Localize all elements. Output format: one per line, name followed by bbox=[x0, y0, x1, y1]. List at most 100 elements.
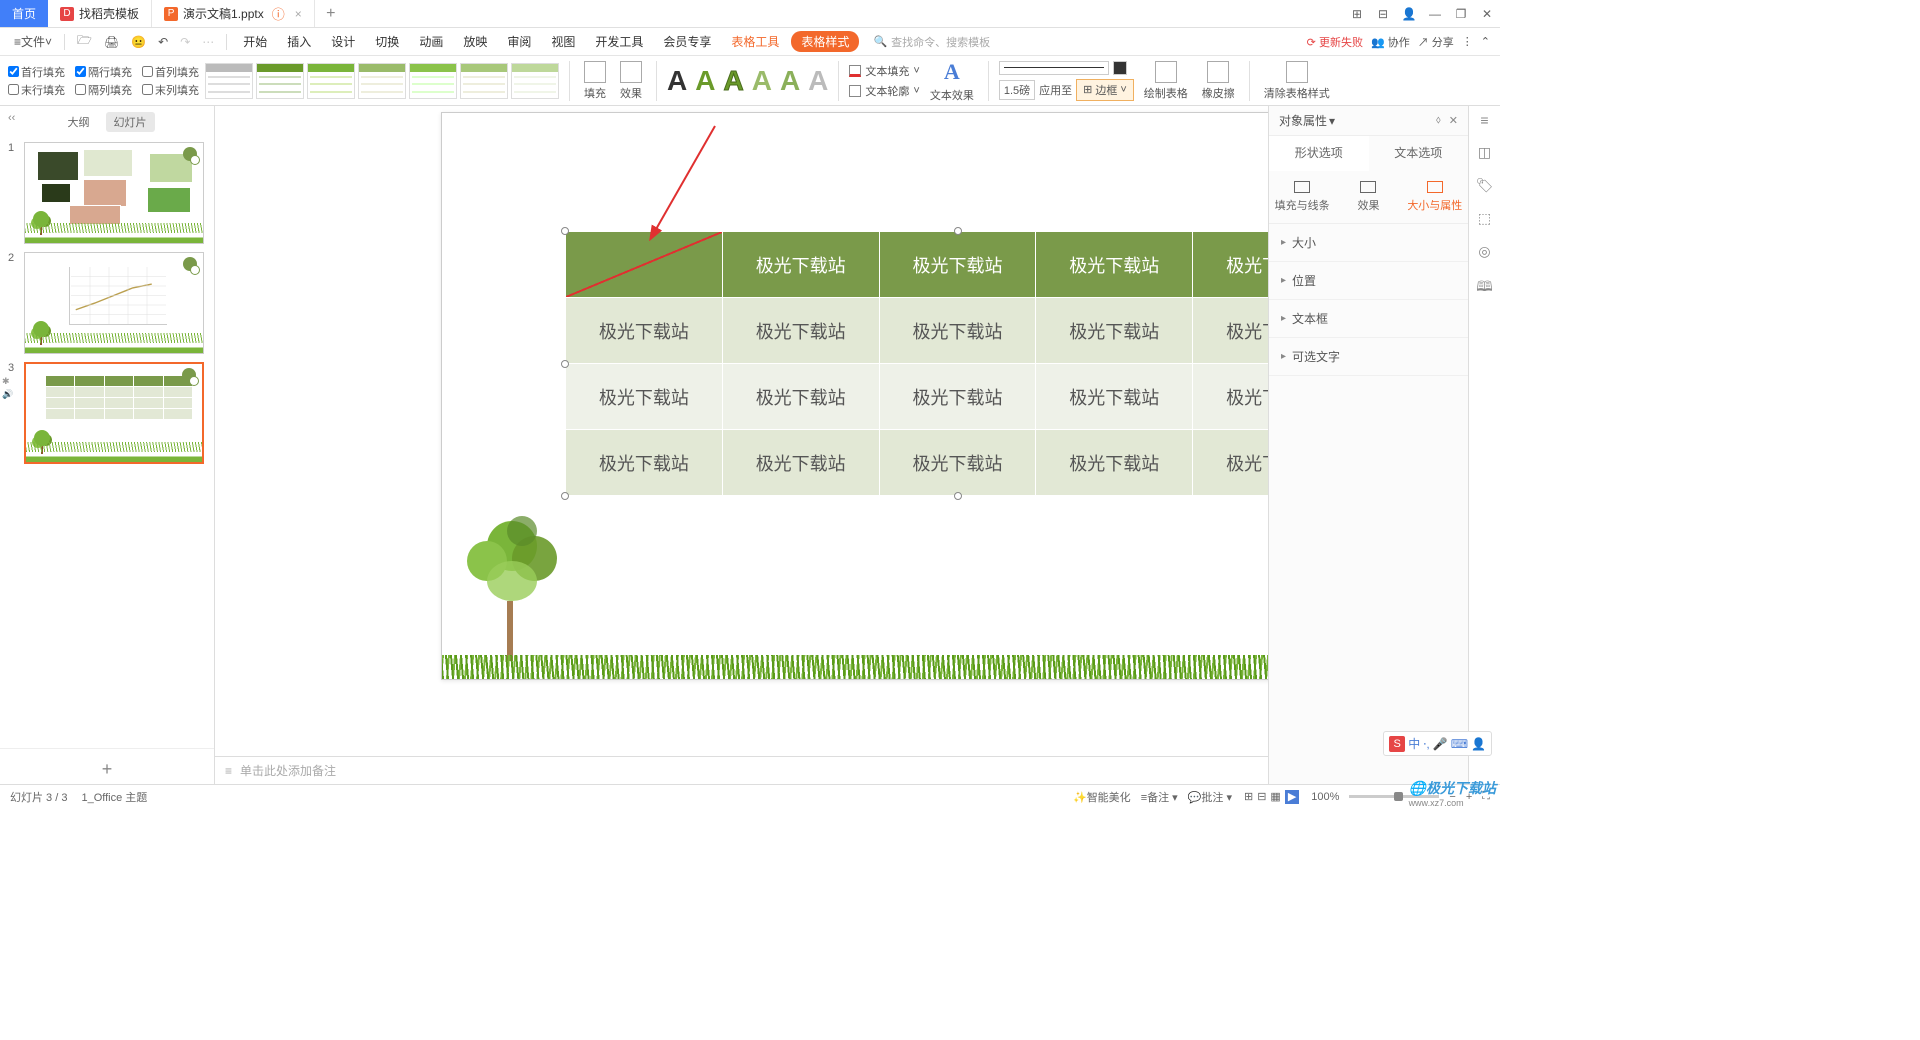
eraser-button[interactable]: 橡皮擦 bbox=[1198, 61, 1239, 101]
chevron-icon[interactable]: ⌃ bbox=[1481, 35, 1490, 48]
tool-icon[interactable]: ⬚ bbox=[1478, 210, 1491, 227]
cb-first-col[interactable]: 首列填充 bbox=[142, 64, 199, 80]
line-color-select[interactable] bbox=[1113, 61, 1127, 75]
menu-view[interactable]: 视图 bbox=[543, 29, 583, 54]
selection-handle[interactable] bbox=[954, 227, 962, 235]
avatar-icon[interactable]: 👤 bbox=[1396, 7, 1422, 21]
subtab-effect[interactable]: 效果 bbox=[1335, 171, 1401, 223]
tab-text-options[interactable]: 文本选项 bbox=[1369, 136, 1469, 171]
table-header-cell[interactable]: 极光下载站 bbox=[1193, 232, 1268, 298]
section-alttext[interactable]: 可选文字 bbox=[1269, 338, 1468, 376]
text-effect-button[interactable]: A文本效果 bbox=[926, 59, 978, 103]
menu-animation[interactable]: 动画 bbox=[411, 29, 451, 54]
pin-icon[interactable]: ⬨ bbox=[1436, 114, 1441, 127]
slide-thumb-1[interactable]: 1 bbox=[0, 138, 214, 248]
selection-handle[interactable] bbox=[561, 227, 569, 235]
notes-toggle[interactable]: ≡备注 ▾ bbox=[1141, 789, 1178, 805]
selection-handle[interactable] bbox=[954, 492, 962, 500]
fill-button[interactable]: 填充 bbox=[580, 61, 610, 101]
qat-more[interactable]: ⋯ bbox=[198, 33, 218, 51]
menu-insert[interactable]: 插入 bbox=[279, 29, 319, 54]
tab-slides[interactable]: 幻灯片 bbox=[106, 112, 155, 132]
more-icon[interactable]: ⋮ bbox=[1462, 35, 1473, 48]
tab-template[interactable]: D找稻壳模板 bbox=[48, 0, 152, 27]
slide-canvas[interactable]: 极光下载站 极光下载站 极光下载站 极光下载站 极光下载站极光下载站极光下载站极… bbox=[215, 106, 1268, 756]
text-fill-button[interactable]: 文本填充 ˅ bbox=[849, 63, 919, 79]
menu-start[interactable]: 开始 bbox=[235, 29, 275, 54]
menu-tabletool[interactable]: 表格工具 bbox=[723, 29, 787, 54]
minimize-button[interactable]: — bbox=[1422, 7, 1448, 21]
table-styles-gallery[interactable] bbox=[205, 63, 559, 99]
collab-button[interactable]: 👥 协作 bbox=[1371, 34, 1410, 50]
notes-pane[interactable]: ≡ 单击此处添加备注 bbox=[215, 756, 1268, 784]
slide-thumb-3[interactable]: 3 bbox=[0, 358, 214, 468]
tool-icon[interactable]: 🕮 bbox=[1476, 276, 1493, 300]
subtab-size-prop[interactable]: 大小与属性 bbox=[1402, 171, 1468, 223]
search-box[interactable]: 🔍 查找命令、搜索模板 bbox=[873, 34, 990, 50]
border-button[interactable]: ⊞ 边框 ˅ bbox=[1076, 79, 1134, 101]
qat-open[interactable]: 🗁 bbox=[73, 29, 96, 54]
table-header-cell-diagonal[interactable] bbox=[566, 232, 723, 298]
menu-design[interactable]: 设计 bbox=[323, 29, 363, 54]
selection-handle[interactable] bbox=[561, 492, 569, 500]
section-textbox[interactable]: 文本框 bbox=[1269, 300, 1468, 338]
section-size[interactable]: 大小 bbox=[1269, 224, 1468, 262]
tab-outline[interactable]: 大纲 bbox=[60, 112, 98, 132]
menu-dev[interactable]: 开发工具 bbox=[587, 29, 651, 54]
close-button[interactable]: ✕ bbox=[1474, 7, 1500, 21]
tab-shape-options[interactable]: 形状选项 bbox=[1269, 136, 1369, 171]
tool-icon[interactable]: 🏷 bbox=[1476, 177, 1494, 194]
watermark: 🌐极光下载站 www.xz7.com bbox=[1409, 778, 1496, 808]
effect-button[interactable]: 效果 bbox=[616, 61, 646, 101]
share-button[interactable]: ↗ 分享 bbox=[1418, 34, 1454, 50]
table-header-cell[interactable]: 极光下载站 bbox=[879, 232, 1036, 298]
line-style-select[interactable] bbox=[999, 61, 1109, 75]
ime-toolbar[interactable]: S 中⸱,🎤⌨👤 bbox=[1383, 731, 1492, 756]
menu-slideshow[interactable]: 放映 bbox=[455, 29, 495, 54]
tab-current-file[interactable]: P演示文稿1.pptxⓘ× bbox=[152, 0, 315, 27]
tool-icon[interactable]: ◎ bbox=[1478, 243, 1490, 260]
qat-undo[interactable]: ↶ bbox=[154, 33, 172, 51]
selection-handle[interactable] bbox=[561, 360, 569, 368]
new-tab-button[interactable]: + bbox=[315, 0, 347, 27]
cb-last-col[interactable]: 末列填充 bbox=[142, 82, 199, 98]
maximize-button[interactable]: ❐ bbox=[1448, 7, 1474, 21]
ai-beautify-button[interactable]: ✨智能美化 bbox=[1073, 789, 1131, 805]
table-header-cell[interactable]: 极光下载站 bbox=[1036, 232, 1193, 298]
menu-transition[interactable]: 切换 bbox=[367, 29, 407, 54]
qat-redo[interactable]: ↷ bbox=[176, 33, 194, 51]
text-outline-button[interactable]: 文本轮廓 ˅ bbox=[849, 83, 919, 99]
qat-save[interactable]: 🖨 bbox=[100, 33, 123, 51]
tool-icon[interactable]: ≡ bbox=[1480, 112, 1488, 128]
table-header-cell[interactable]: 极光下载站 bbox=[722, 232, 879, 298]
menu-button[interactable]: ≡ 文件 ˅ bbox=[10, 31, 56, 52]
menu-tablestyle[interactable]: 表格样式 bbox=[791, 31, 859, 52]
add-slide-button[interactable]: + bbox=[0, 748, 214, 784]
close-panel-icon[interactable]: ✕ bbox=[1449, 114, 1458, 127]
draw-table-button[interactable]: 绘制表格 bbox=[1140, 61, 1192, 101]
update-failed[interactable]: ⟳ 更新失败 bbox=[1307, 34, 1363, 50]
clear-style-button[interactable]: 清除表格样式 bbox=[1260, 61, 1334, 101]
layout-icon[interactable]: ⊞ bbox=[1344, 7, 1370, 21]
wordart-gallery[interactable]: AAAAAA bbox=[667, 65, 828, 97]
qat-print[interactable]: 😐 bbox=[127, 33, 150, 51]
cb-header-row[interactable]: 首行填充 bbox=[8, 64, 65, 80]
apps-icon[interactable]: ⊟ bbox=[1370, 7, 1396, 21]
tool-icon[interactable]: ◫ bbox=[1478, 144, 1491, 161]
slide-table[interactable]: 极光下载站 极光下载站 极光下载站 极光下载站 极光下载站极光下载站极光下载站极… bbox=[565, 231, 1268, 496]
tab-home[interactable]: 首页 bbox=[0, 0, 48, 27]
slide-thumb-2[interactable]: 2 bbox=[0, 248, 214, 358]
section-position[interactable]: 位置 bbox=[1269, 262, 1468, 300]
line-width-select[interactable]: 1.5磅 bbox=[999, 80, 1035, 100]
cb-banded-row[interactable]: 隔行填充 bbox=[75, 64, 132, 80]
statusbar: 幻灯片 3 / 3 1_Office 主题 ✨智能美化 ≡备注 ▾ 💬批注 ▾ … bbox=[0, 784, 1500, 808]
menu-review[interactable]: 审阅 bbox=[499, 29, 539, 54]
collapse-icon[interactable]: ‹‹ bbox=[8, 112, 15, 124]
menu-member[interactable]: 会员专享 bbox=[655, 29, 719, 54]
cb-total-row[interactable]: 末行填充 bbox=[8, 82, 65, 98]
subtab-fill-line[interactable]: 填充与线条 bbox=[1269, 171, 1335, 223]
view-buttons[interactable]: ⊞⊟▦▶ bbox=[1242, 790, 1301, 803]
comment-toggle[interactable]: 💬批注 ▾ bbox=[1188, 789, 1232, 805]
table-cell[interactable]: 极光下载站 bbox=[566, 298, 723, 364]
cb-banded-col[interactable]: 隔列填充 bbox=[75, 82, 132, 98]
